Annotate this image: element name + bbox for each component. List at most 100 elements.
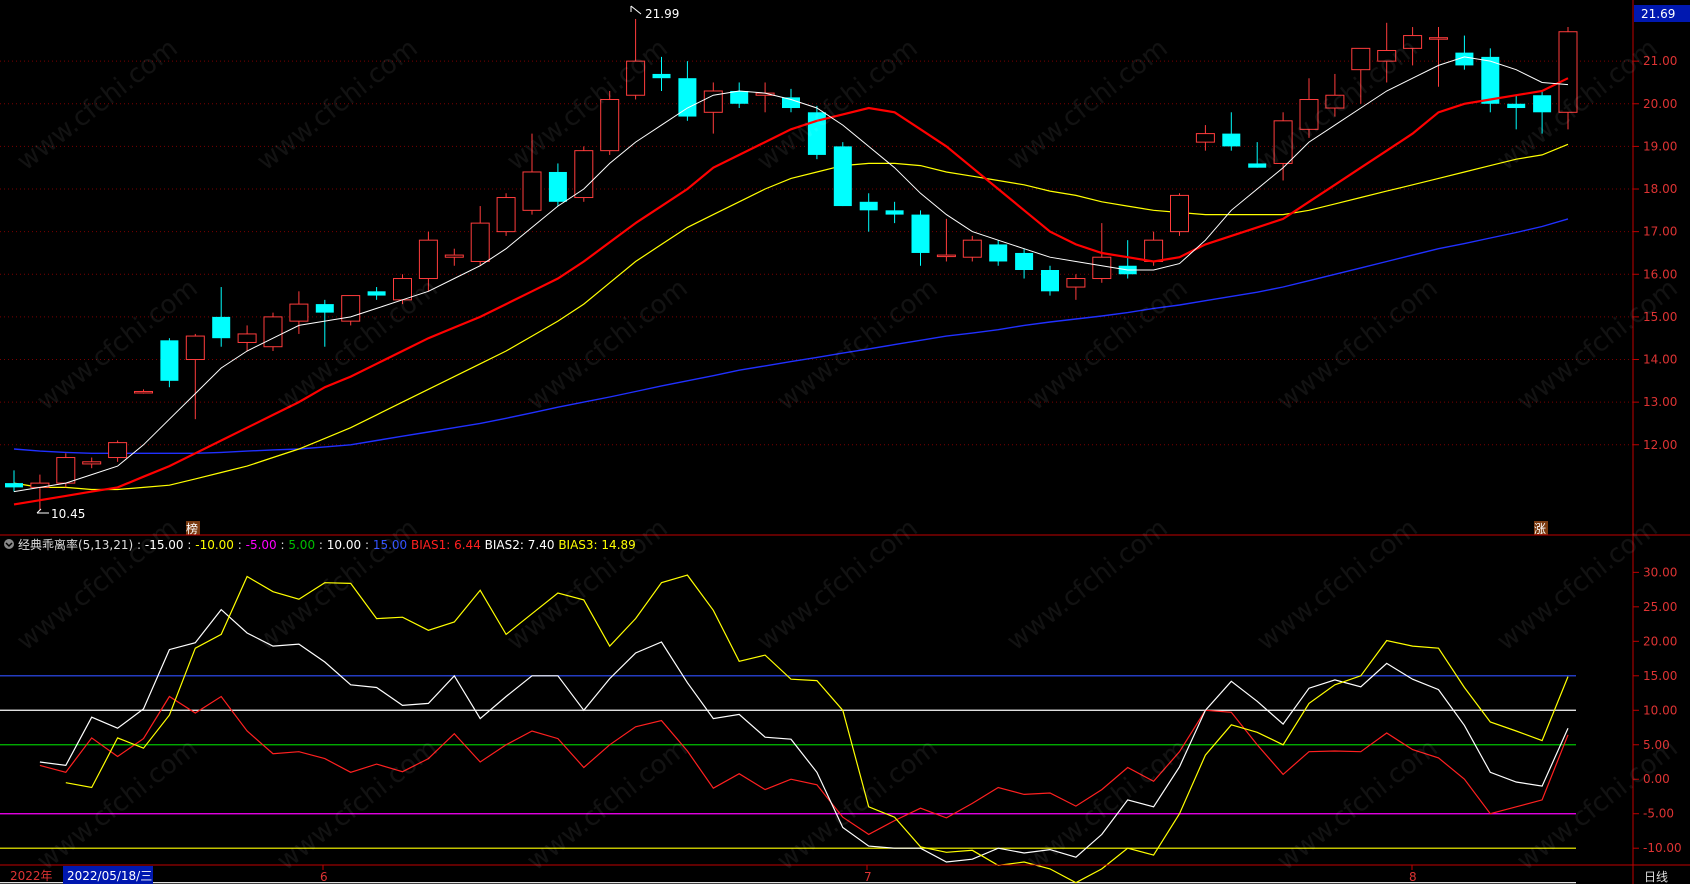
bias3-label: BIAS3: — [558, 538, 597, 552]
candle-body — [1558, 31, 1578, 113]
candle-body — [1533, 95, 1552, 113]
candle-body — [730, 90, 749, 104]
candle-body — [1273, 120, 1293, 164]
candle-body — [289, 303, 309, 322]
candle-body — [108, 442, 128, 459]
param-5: 15.00 — [373, 538, 407, 552]
candle-body — [574, 150, 594, 199]
candle-body — [367, 291, 386, 296]
price-tick-label: 13.00 — [1643, 395, 1677, 409]
candle-body — [1481, 56, 1500, 104]
bias3-value: 14.89 — [601, 538, 635, 552]
candle-body — [134, 390, 153, 394]
candle-body — [652, 73, 671, 79]
candle-body — [962, 239, 982, 258]
param-0: -15.00 — [145, 538, 184, 552]
candle-body — [1041, 270, 1059, 292]
price-tick-label: 18.00 — [1643, 182, 1677, 196]
candle-body — [263, 316, 283, 348]
candle-body — [5, 483, 23, 488]
marker-bang: 榜 — [186, 521, 200, 536]
candle-body — [393, 278, 412, 301]
price-tick-label: 14.00 — [1643, 353, 1677, 367]
month-label-8: 8 — [1409, 870, 1417, 884]
stock-chart[interactable]: 21.99 10.45 榜 涨 12.00 13.00 14.00 15.00 16.0… — [0, 0, 1690, 884]
candle-body — [1351, 47, 1371, 71]
price-tick-label: 16.00 — [1643, 267, 1677, 281]
candle-body — [496, 197, 516, 233]
bias1-value: 6.44 — [454, 538, 481, 552]
candle — [1481, 48, 1500, 113]
candle-body — [418, 239, 438, 280]
indicator-settings-icon[interactable] — [4, 539, 14, 549]
candle-body — [237, 333, 257, 343]
candle-body — [160, 340, 179, 381]
candle — [496, 193, 516, 236]
bias1-label: BIAS1: — [411, 538, 450, 552]
param-4: 10.00 — [327, 538, 361, 552]
candle-body — [315, 304, 334, 313]
indicator-tick-label: 30.00 — [1643, 565, 1677, 579]
price-tick-label: 20.00 — [1643, 97, 1677, 111]
candle-body — [1015, 252, 1034, 270]
candle — [1041, 265, 1059, 296]
candle-body — [1325, 94, 1345, 109]
indicator-tick-label: -10.00 — [1643, 841, 1682, 855]
candle-body — [82, 461, 102, 465]
candle-body — [522, 171, 542, 211]
indicator-tick-label: 5.00 — [1643, 738, 1670, 752]
candle-body — [833, 146, 852, 207]
bias2-value: 7.40 — [528, 538, 555, 552]
param-2: -5.00 — [246, 538, 277, 552]
cursor-date: 2022/05/18/三 — [67, 869, 152, 883]
price-tick-label: 21.00 — [1643, 54, 1677, 68]
indicator-tick-label: 0.00 — [1643, 772, 1670, 786]
indicator-tick-label: 10.00 — [1643, 703, 1677, 717]
bias2-label: BIAS2: — [485, 538, 524, 552]
param-1: -10.00 — [195, 538, 234, 552]
svg-text:经典乖离率(5,13,21) :: 经典乖离率(5,13,21) : -15.00 : -10.00 : -5.00… — [18, 537, 636, 552]
candle-body — [56, 457, 76, 484]
candle-body — [1144, 239, 1164, 262]
marker-zhang: 涨 — [1534, 521, 1548, 536]
candle-body — [1195, 133, 1215, 143]
low-label: 10.45 — [51, 507, 85, 521]
candle-body — [1066, 278, 1086, 288]
candle — [1170, 193, 1189, 236]
candle-body — [1170, 194, 1189, 233]
candle-body — [600, 99, 620, 152]
candle — [962, 235, 982, 262]
candle-body — [1377, 49, 1397, 62]
candle-body — [782, 97, 800, 109]
price-tick-label: 17.00 — [1643, 225, 1677, 239]
candle-body — [1507, 103, 1526, 109]
month-label-6: 6 — [320, 870, 328, 884]
month-label-7: 7 — [864, 870, 872, 884]
period-label[interactable]: 日线 — [1644, 870, 1668, 884]
candle-body — [678, 78, 697, 117]
candle-body — [470, 222, 490, 262]
last-price-tag: 21.69 — [1634, 5, 1690, 22]
candle — [56, 453, 76, 488]
indicator-legend: 经典乖离率(5,13,21) : -15.00 : -10.00 : -5.00… — [4, 537, 636, 552]
indicator-tick-label: -5.00 — [1643, 807, 1674, 821]
candle — [833, 142, 852, 207]
candle — [341, 295, 361, 326]
candle-body — [212, 316, 231, 339]
candle — [160, 338, 179, 388]
svg-text:涨: 涨 — [1534, 521, 1546, 536]
indicator-tick-label: 15.00 — [1643, 669, 1677, 683]
indicator-name: 经典乖离率(5,13,21) — [18, 537, 133, 552]
price-tick-label: 15.00 — [1643, 310, 1677, 324]
candle-body — [1429, 37, 1448, 40]
indicator-tick-label: 20.00 — [1643, 634, 1677, 648]
candle-body — [444, 254, 464, 258]
candle-body — [989, 244, 1008, 262]
candle-body — [1299, 99, 1319, 130]
candle-body — [185, 335, 205, 361]
candle-body — [911, 214, 930, 253]
candle-body — [548, 171, 567, 202]
candle — [263, 312, 283, 351]
svg-text:21.69: 21.69 — [1641, 7, 1675, 21]
candle-body — [936, 254, 956, 258]
